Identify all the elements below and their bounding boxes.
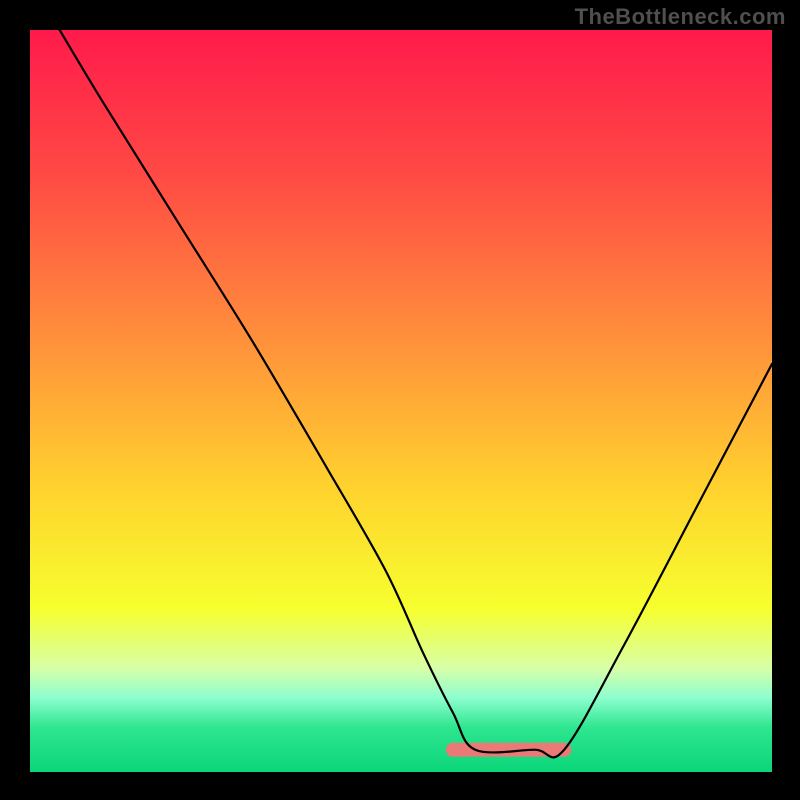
gradient-background (30, 30, 772, 772)
bottleneck-chart (0, 0, 800, 800)
chart-frame: TheBottleneck.com (0, 0, 800, 800)
watermark-text: TheBottleneck.com (575, 4, 786, 30)
